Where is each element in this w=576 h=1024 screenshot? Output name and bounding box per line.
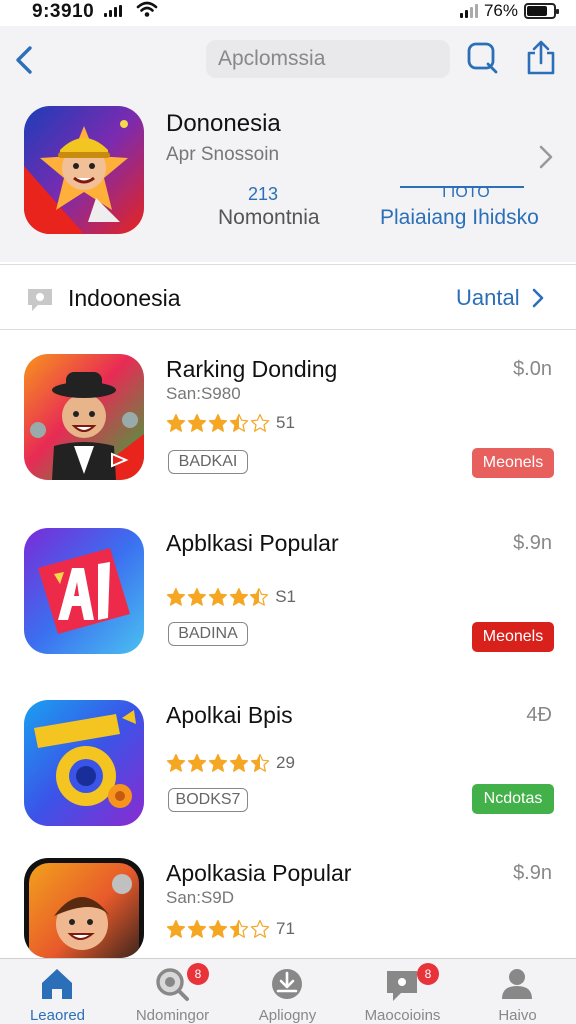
star-icon [208, 587, 227, 606]
rating-stars: S1 [166, 586, 296, 608]
app-name: Rarking Donding [166, 356, 338, 382]
tab-label: Leaored [29, 1007, 86, 1024]
tab-games[interactable]: 8 Maocoioins [345, 959, 460, 1024]
featured-app-subtitle: Apr Snossoin [166, 144, 280, 165]
tab-profile[interactable]: Haivo [460, 959, 575, 1024]
star-icon [166, 919, 186, 938]
section-see-all-link[interactable]: Uantal [456, 285, 546, 311]
status-bar: 9:3910 76% [0, 0, 576, 26]
get-button[interactable]: Meonels [472, 622, 554, 652]
star-icon [229, 413, 249, 432]
search-icon [156, 968, 189, 1001]
person-icon [502, 969, 532, 999]
stat-number-2: I IOTO [442, 184, 490, 201]
featured-app-title: Dononesia [166, 110, 281, 137]
star-icon [166, 413, 186, 432]
tab-search[interactable]: 8 Ndomingor [115, 959, 230, 1024]
app-header: Apclomssia Dononesia Apr Snossoin 213 No… [0, 26, 576, 262]
chevron-right-icon [532, 288, 543, 308]
tab-today[interactable]: Leaored [0, 959, 115, 1024]
rating-stars: 29 [166, 752, 296, 774]
star-icon [166, 587, 186, 606]
tab-label: Apliogny [258, 1007, 317, 1024]
star-icon [250, 413, 270, 432]
rating-count: 71 [276, 919, 295, 938]
list-item[interactable]: Apblkasi Popular $.9n S1 BADINA Meonels [0, 528, 576, 698]
star-icon [229, 753, 249, 772]
app-subtitle: San:S9D [166, 888, 235, 907]
home-icon [42, 969, 72, 999]
chat-icon [387, 971, 417, 1001]
rating-stars: 51 [166, 412, 296, 434]
app-badge: BODKS7 [168, 788, 248, 812]
app-icon [24, 354, 144, 480]
tab-label: Haivo [498, 1007, 537, 1024]
notification-badge: 8 [187, 963, 209, 985]
app-subtitle: San:S980 [166, 384, 241, 403]
app-name: Apblkasi Popular [166, 530, 339, 556]
share-icon[interactable] [524, 40, 558, 76]
star-icon [208, 753, 228, 772]
stat-label: Nomontnia [218, 206, 320, 229]
star-icon [250, 753, 270, 772]
app-price: $.9n [513, 862, 552, 884]
app-badge: BADINA [168, 622, 248, 646]
app-icon [24, 858, 144, 958]
list-item[interactable]: Rarking Donding San:S980 $.0n 51 BADKAI … [0, 354, 576, 524]
app-badge: BADKAI [168, 450, 248, 474]
get-button[interactable]: Ncdotas [472, 784, 554, 814]
signal-icon [104, 5, 126, 17]
featured-app-icon[interactable] [24, 106, 144, 234]
tab-apps[interactable]: Apliogny [230, 959, 345, 1024]
search-input[interactable]: Apclomssia [206, 40, 450, 78]
star-icon [250, 919, 270, 938]
star-icon [250, 587, 269, 606]
section-title: Indoonesia [68, 285, 181, 311]
cellular-icon [459, 4, 478, 18]
chat-bubble-icon [28, 289, 52, 311]
download-icon [272, 969, 302, 999]
star-icon [229, 919, 249, 938]
stat-link[interactable]: Plaiaiang Ihidsko [380, 206, 539, 230]
section-link-label: Uantal [456, 285, 520, 310]
star-icon [187, 587, 206, 606]
rating-count: S1 [275, 587, 297, 606]
search-icon[interactable] [466, 40, 500, 76]
chevron-right-icon[interactable] [536, 142, 556, 172]
tab-label: Ndomingor [135, 1007, 210, 1024]
list-item[interactable]: Apolkai Bpis 4Ð 29 BODKS7 Ncdotas [0, 700, 576, 870]
tab-bar: Leaored 8 Ndomingor Apliogny 8 Maocoioin… [0, 958, 576, 1024]
app-icon [24, 700, 144, 826]
star-icon [229, 587, 248, 606]
status-right: 76% [459, 1, 559, 21]
status-time: 9:3910 [32, 1, 95, 22]
rating-stars: 71 [166, 918, 296, 940]
app-price: $.9n [513, 532, 552, 554]
app-price: $.0n [513, 358, 552, 380]
battery-icon [524, 3, 559, 19]
rating-count: 29 [276, 753, 295, 772]
rating-count: 51 [276, 413, 295, 432]
app-name: Apolkai Bpis [166, 702, 293, 728]
star-icon [208, 413, 228, 432]
notification-badge: 8 [417, 963, 439, 985]
star-icon [187, 753, 207, 772]
section-header: Indoonesia Uantal [0, 264, 576, 330]
battery-percent: 76% [483, 1, 518, 20]
back-chevron-icon[interactable] [10, 40, 40, 80]
app-name: Apolkasia Popular [166, 860, 352, 886]
star-icon [187, 413, 207, 432]
app-price: 4Ð [526, 704, 552, 726]
star-icon [166, 753, 186, 772]
get-button[interactable]: Meonels [472, 448, 554, 478]
tab-label: Maocoioins [364, 1007, 441, 1024]
star-icon [208, 919, 228, 938]
stat-number: 213 [248, 184, 279, 204]
wifi-icon [136, 1, 158, 17]
app-icon [24, 528, 144, 654]
star-icon [187, 919, 207, 938]
